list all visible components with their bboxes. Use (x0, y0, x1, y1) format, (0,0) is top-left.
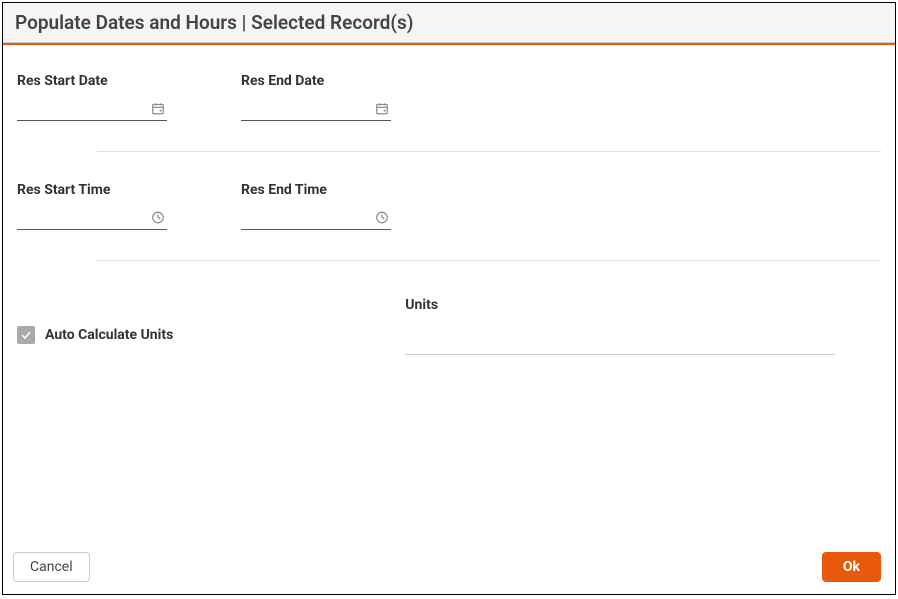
units-group: Units (405, 297, 835, 355)
auto-calculate-units-checkbox-wrapper[interactable]: Auto Calculate Units (17, 315, 173, 355)
bottom-row: Auto Calculate Units Units (17, 297, 881, 355)
res-end-date-group: Res End Date (241, 73, 465, 121)
res-start-date-group: Res Start Date (17, 73, 241, 121)
divider (97, 151, 881, 152)
ok-button[interactable]: Ok (822, 552, 881, 582)
res-end-time-input[interactable] (241, 208, 391, 230)
date-row: Res Start Date Res End Dat (17, 73, 881, 121)
units-input[interactable] (405, 333, 835, 355)
auto-calculate-units-label: Auto Calculate Units (45, 327, 173, 343)
divider (97, 260, 881, 261)
cancel-button[interactable]: Cancel (13, 552, 90, 582)
units-label: Units (405, 297, 835, 313)
dialog-footer: Cancel Ok (3, 542, 895, 594)
res-start-time-label: Res Start Time (17, 182, 241, 198)
res-start-time-input[interactable] (17, 208, 167, 230)
dialog-header: Populate Dates and Hours | Selected Reco… (3, 3, 895, 43)
res-start-date-label: Res Start Date (17, 73, 241, 89)
dialog-title: Populate Dates and Hours | Selected Reco… (15, 11, 883, 34)
res-start-time-group: Res Start Time (17, 182, 241, 230)
auto-calculate-units-checkbox[interactable] (17, 326, 35, 344)
res-end-time-group: Res End Time (241, 182, 465, 230)
res-end-date-input[interactable] (241, 99, 391, 121)
res-end-date-label: Res End Date (241, 73, 465, 89)
dialog-body: Res Start Date Res End Dat (3, 45, 895, 542)
dialog: Populate Dates and Hours | Selected Reco… (2, 2, 896, 595)
res-end-time-label: Res End Time (241, 182, 465, 198)
res-start-date-input[interactable] (17, 99, 167, 121)
time-row: Res Start Time Res End Time (17, 182, 881, 230)
